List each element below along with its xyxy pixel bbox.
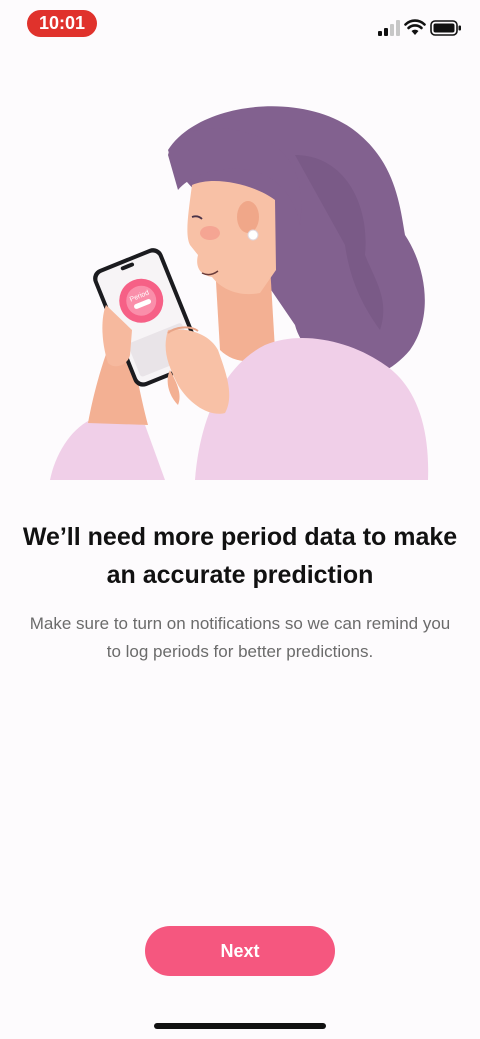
battery-icon [430, 20, 461, 36]
face-shape [187, 180, 276, 295]
wifi-icon [404, 19, 426, 35]
onboarding-headline: We’ll need more period data to make an a… [22, 523, 458, 589]
woman-with-phone-illustration: Period [50, 106, 429, 480]
earring-icon [247, 229, 259, 241]
status-bar: 10:01 [0, 0, 480, 48]
next-button[interactable]: Next [145, 926, 335, 976]
status-time: 10:01 [27, 10, 97, 37]
cellular-signal-icon [378, 20, 400, 36]
home-indicator[interactable] [154, 1023, 326, 1029]
onboarding-body-text: Make sure to turn on notifications so we… [29, 614, 451, 661]
ear-shape [237, 201, 259, 233]
